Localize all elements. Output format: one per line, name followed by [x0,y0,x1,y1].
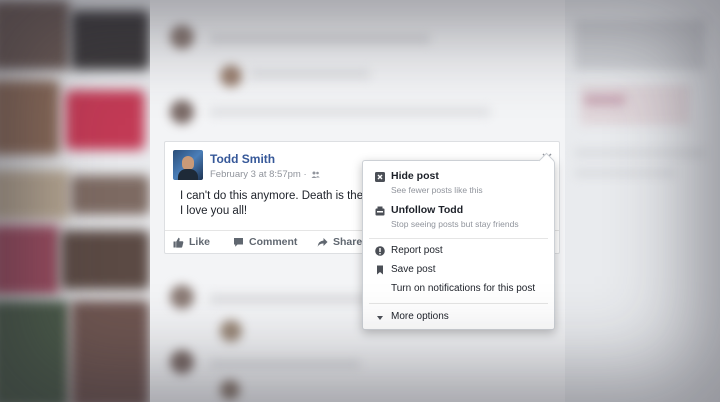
menu-item-notifications[interactable]: Turn on notifications for this post [363,283,554,299]
unfollow-label: Unfollow Todd [391,204,464,216]
report-post-label: Report post [391,245,443,256]
share-button[interactable]: Share [317,236,362,248]
menu-divider [369,303,548,304]
friends-icon[interactable] [311,171,321,178]
more-options-label: More options [391,311,449,322]
author-avatar[interactable] [173,150,203,180]
caret-down-icon [377,316,383,320]
save-post-label: Save post [391,264,436,275]
author-name[interactable]: Todd Smith [210,152,275,166]
menu-divider [369,238,548,239]
post-timestamp: February 3 at 8:57pm · [210,169,321,180]
hide-post-subtitle: See fewer posts like this [391,185,483,195]
share-arrow-icon [317,237,328,247]
like-label: Like [189,236,211,248]
unfollow-subtitle: Stop seeing posts but stay friends [391,219,519,229]
comment-label: Comment [249,236,298,248]
menu-item-more-options[interactable]: More options [363,311,554,327]
post-text-line-1: I can't do this anymore. Death is the c [180,190,373,202]
menu-item-save-post[interactable]: Save post [363,264,554,280]
hide-x-icon [375,172,385,182]
post-body: I can't do this anymore. Death is the c … [180,189,372,219]
hide-post-label: Hide post [391,170,439,182]
post-options-menu: Hide post See fewer posts like this Unfo… [362,152,555,330]
share-label: Share [333,236,363,248]
menu-item-unfollow[interactable]: Unfollow Todd Stop seeing posts but stay… [363,204,554,234]
timestamp-text[interactable]: February 3 at 8:57pm · [210,169,307,180]
thumbs-up-icon [173,237,184,248]
blurred-photo-column [0,0,150,402]
bookmark-icon [377,265,383,275]
comment-icon [234,237,243,247]
notifications-label: Turn on notifications for this post [391,283,536,294]
comment-button[interactable]: Comment [233,236,297,248]
post-text-line-2: I love you all! [180,205,248,217]
like-button[interactable]: Like [173,236,210,248]
blurred-right-column [565,0,720,402]
menu-item-report-post[interactable]: Report post [363,245,554,261]
unfollow-inbox-icon [375,206,385,216]
menu-item-hide-post[interactable]: Hide post See fewer posts like this [363,170,554,200]
report-alert-icon [375,246,385,256]
